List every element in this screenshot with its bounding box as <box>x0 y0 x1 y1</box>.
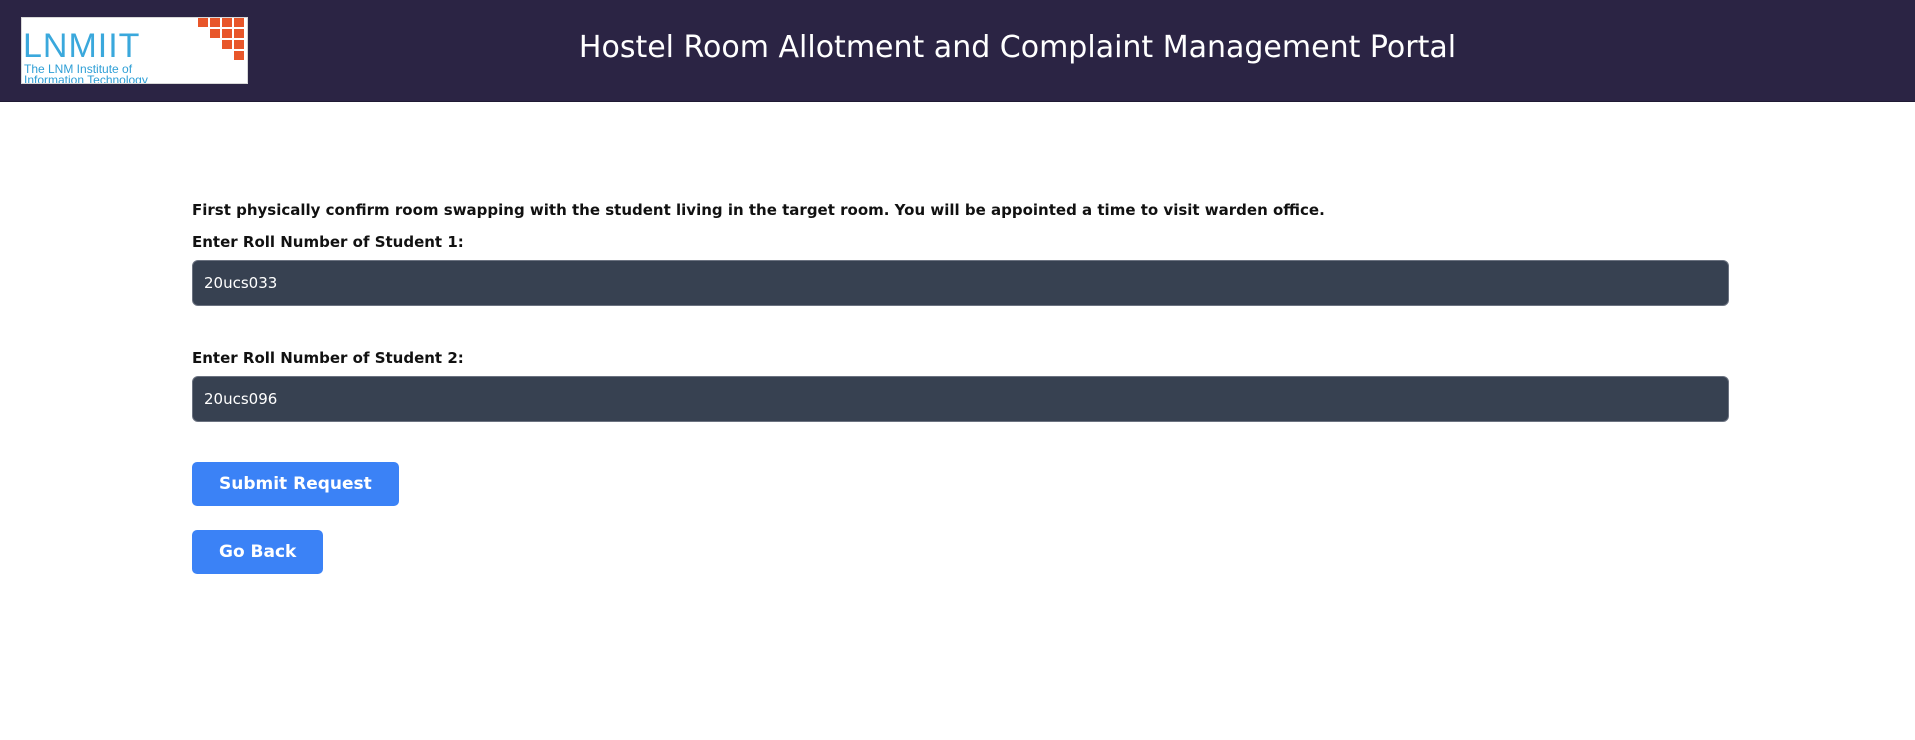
student1-label: Enter Roll Number of Student 1: <box>192 233 464 251</box>
submit-request-button[interactable]: Submit Request <box>192 462 399 506</box>
instruction-note: First physically confirm room swapping w… <box>192 201 1325 219</box>
student2-label: Enter Roll Number of Student 2: <box>192 349 464 367</box>
room-swap-form: First physically confirm room swapping w… <box>192 198 1729 574</box>
header-bar: LNMIIT The LNM Institute of Information … <box>0 0 1915 102</box>
student1-roll-input[interactable] <box>192 260 1729 306</box>
student2-roll-input[interactable] <box>192 376 1729 422</box>
page-title: Hostel Room Allotment and Complaint Mana… <box>578 30 1457 65</box>
go-back-button[interactable]: Go Back <box>192 530 324 574</box>
